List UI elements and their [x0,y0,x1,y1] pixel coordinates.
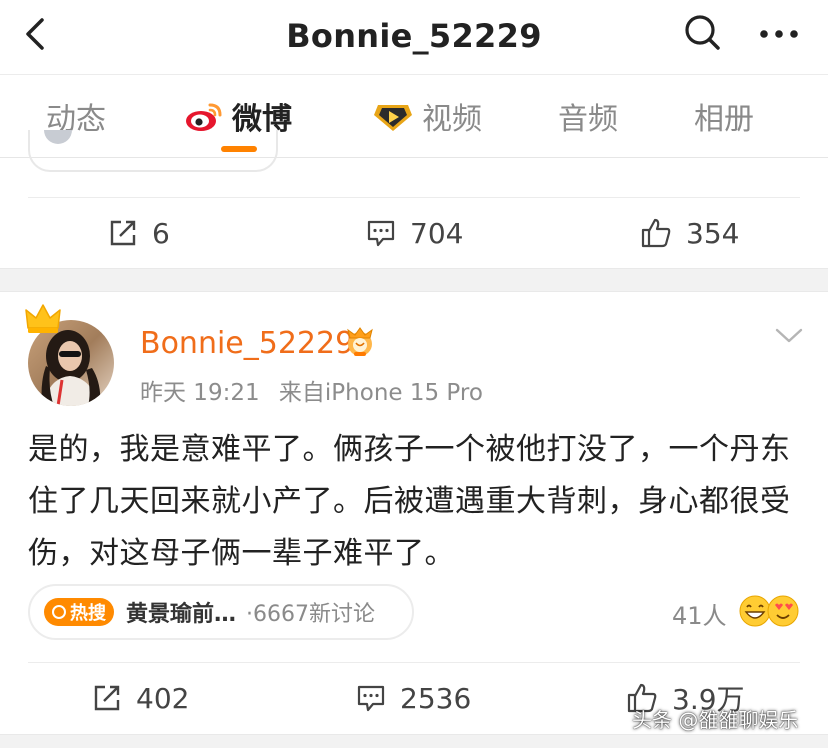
chevron-down-icon[interactable] [772,324,806,348]
heart-eyes-emoji-icon [767,595,799,627]
hot-search-tag: 热搜 [44,598,114,626]
thumbs-up-icon [641,218,671,248]
like-button[interactable]: 354 [640,198,739,268]
prev-topic-pill[interactable] [28,130,278,172]
video-badge-icon [374,105,412,131]
post-source: 来自iPhone 15 Pro [278,380,483,406]
repost-icon [110,220,136,246]
post-username[interactable]: Bonnie_52229 [140,326,354,361]
tab-label: 视频 [422,102,482,137]
hot-topic-pill[interactable]: 热搜 黄景瑜前… ·6667新讨论 [28,584,414,640]
weibo-profile-page: Bonnie_52229 动态 微博 视频 音频 相册 6 704 354 Bo… [0,0,828,748]
post-separator [0,268,828,292]
tab-album[interactable]: 相册 [694,76,754,156]
post-meta: 昨天 19:21 来自iPhone 15 Pro [140,373,495,407]
search-icon [52,605,66,619]
top-navbar: Bonnie_52229 [0,0,828,72]
comment-icon [367,220,395,247]
topic-discussions: ·6667新讨论 [246,602,375,627]
like-count: 354 [686,216,740,250]
prev-post-actions: 6 704 354 [0,198,828,268]
repost-count: 402 [136,681,190,715]
crown-icon [25,304,61,333]
post-time: 昨天 19:21 [140,380,260,406]
tab-label: 相册 [694,102,754,137]
back-icon[interactable] [18,14,58,54]
page-title: Bonnie_52229 [286,17,542,55]
post-separator [0,734,828,748]
comment-count: 2536 [400,681,472,715]
repost-count: 6 [152,216,170,250]
tab-label: 音频 [558,102,618,137]
comment-button[interactable]: 704 [366,198,463,268]
vip-crown-icon[interactable] [344,326,376,358]
tab-audio[interactable]: 音频 [558,76,618,156]
tab-video[interactable]: 视频 [372,76,482,156]
post-text: 是的，我是意难平了。俩孩子一个被他打没了，一个丹东住了几天回来就小产了。后被遭遇… [28,432,791,571]
people-count: 41人 [672,602,727,630]
navbar-divider [0,74,828,75]
avatar-wrap [24,302,118,406]
repost-button[interactable]: 402 [92,663,189,733]
repost-icon [94,685,120,711]
more-icon[interactable] [756,14,802,54]
prev-pill-icon [44,130,72,144]
search-icon[interactable] [682,12,722,52]
weibo-logo-icon [186,103,222,131]
comment-icon [357,685,385,712]
repost-button[interactable]: 6 [108,198,170,268]
topic-name: 黄景瑜前… [126,602,237,627]
comment-button[interactable]: 2536 [356,663,471,733]
comment-count: 704 [410,216,464,250]
watermark: 头条 @雒雒聊娱乐 [632,708,799,732]
hot-tag-label: 热搜 [70,603,106,624]
